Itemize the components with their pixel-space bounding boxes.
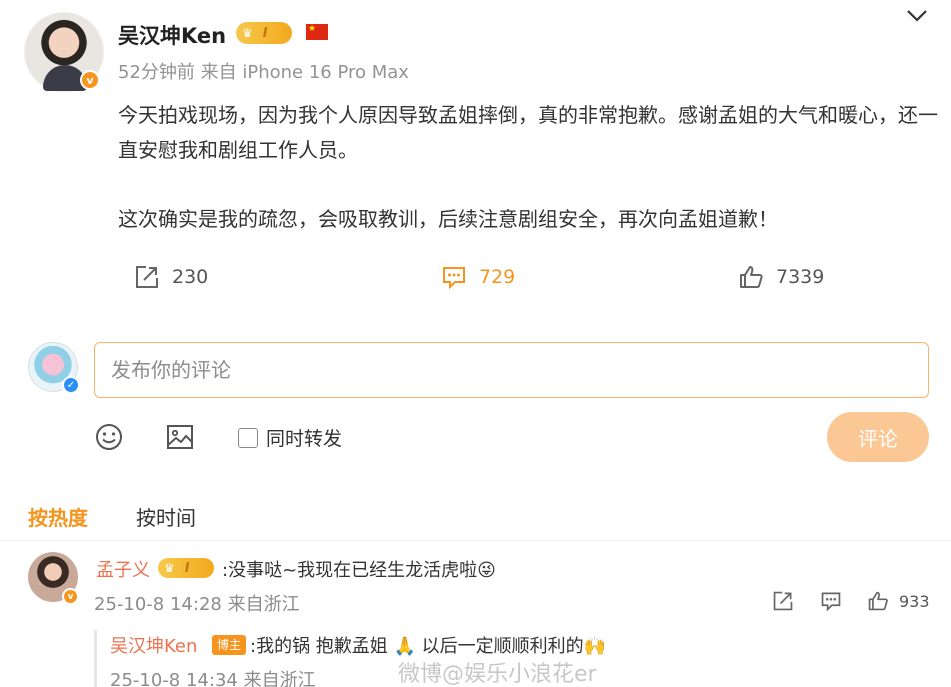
checkbox-box[interactable] [238,427,258,448]
member-badge[interactable]: ♛ I [158,558,214,578]
comment-icon [443,267,465,290]
crown-icon: ♛ [242,26,253,40]
divider [0,540,951,541]
comment-reply-button[interactable] [820,590,842,612]
post-paragraph: 这次确实是我的疏忽，会吸取教训，后续注意剧组安全，再次向孟姐道歉！ [118,207,778,231]
repost-button[interactable]: 230 [134,264,208,290]
commenter-name[interactable]: 孟子义 [96,556,150,582]
like-count: 7339 [776,266,825,288]
comment-count: 729 [479,266,516,288]
author-badge: 博主 [212,635,247,655]
sort-tab-time[interactable]: 按时间 [136,502,196,531]
repost-checkbox[interactable]: 同时转发 [238,424,342,451]
verified-icon: v [80,70,100,90]
reply-author-name[interactable]: 吴汉坤Ken [110,632,197,658]
post-paragraph: 今天拍戏现场，因为我个人原因导致孟姐摔倒，真的非常抱歉。感谢孟姐的大气和暖心，还… [118,103,938,162]
member-level: I [184,560,190,576]
repost-checkbox-label: 同时转发 [266,428,343,450]
sort-tab-hot[interactable]: 按热度 [28,502,88,531]
repost-icon [136,266,158,288]
chevron-down-icon[interactable] [906,8,928,26]
member-badge[interactable]: ♛ I [236,22,292,44]
author-name[interactable]: 吴汉坤Ken [118,20,226,50]
comment-meta: 25-10-8 14:28 来自浙江 [94,594,300,615]
member-level: I [262,25,268,41]
reply-text: :我的锅 抱歉孟姐 🙏 以后一定顺顺利利的🙌 [250,636,607,657]
comment-repost-button[interactable] [772,590,794,612]
like-button[interactable]: 7339 [738,264,824,290]
repost-icon [773,591,793,611]
comment-button[interactable]: 729 [441,264,515,290]
comment-like-button[interactable]: 933 [867,590,930,612]
repost-count: 230 [172,266,209,288]
submit-comment-button[interactable]: 评论 [827,412,929,462]
post-body: 今天拍戏现场，因为我个人原因导致孟姐摔倒，真的非常抱歉。感谢孟姐的大气和暖心，还… [118,98,938,237]
verified-icon: ✓ [62,376,80,394]
emoji-icon[interactable] [94,422,124,452]
post-meta: 52分钟前 来自 iPhone 16 Pro Max [118,62,409,83]
china-flag-icon: ★ [306,24,328,40]
watermark: 微博@娱乐小浪花er [398,662,597,687]
reply-indent-bar [94,630,97,687]
like-icon [868,591,888,611]
like-icon [740,266,763,288]
verified-icon: v [62,588,79,605]
crown-icon: ♛ [164,561,175,575]
comment-like-count: 933 [899,591,930,611]
comment-icon [821,592,841,612]
image-icon[interactable] [165,422,195,452]
comment-input[interactable] [94,342,929,398]
reply-meta: 25-10-8 14:34 来自浙江 [110,670,316,687]
comment-text: :没事哒~我现在已经生龙活虎啦😜 [222,560,496,581]
